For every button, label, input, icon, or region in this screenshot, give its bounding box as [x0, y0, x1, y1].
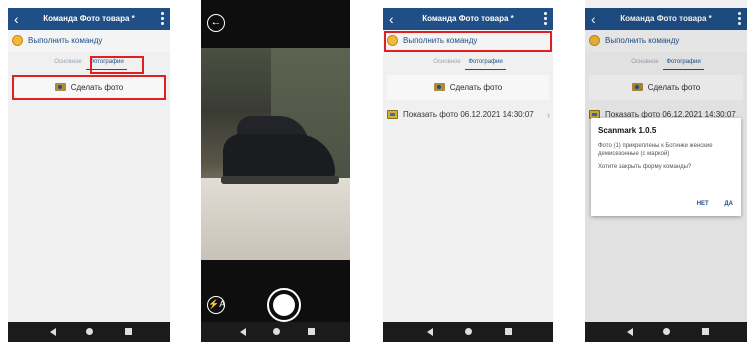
status-strip	[8, 0, 170, 8]
nav-recents-icon[interactable]	[308, 328, 316, 335]
flash-auto-icon[interactable]: ⚡A	[207, 296, 225, 314]
take-photo-label: Сделать фото	[449, 83, 503, 92]
nav-recents-icon[interactable]	[124, 328, 132, 335]
status-strip	[383, 0, 553, 8]
photo-item-label: Показать фото 06.12.2021 14:30:07	[403, 110, 534, 119]
android-nav-bar	[585, 322, 747, 342]
nav-back-icon[interactable]	[239, 328, 246, 336]
nav-home-icon[interactable]	[465, 328, 472, 335]
more-menu-icon[interactable]	[544, 12, 547, 26]
tab-photos[interactable]: Фотографии	[465, 56, 506, 70]
run-command-icon	[12, 35, 23, 46]
tab-main[interactable]: Основное	[430, 54, 464, 70]
run-command-label: Выполнить команду	[403, 36, 478, 45]
shutter-button[interactable]	[267, 288, 301, 322]
screen-command-photos-tab: ‹ Команда Фото товара * Выполнить команд…	[8, 0, 170, 342]
photo-list-item[interactable]: Показать фото 06.12.2021 14:30:07 ›	[383, 104, 553, 126]
nav-back-icon[interactable]	[427, 328, 434, 336]
nav-home-icon[interactable]	[86, 328, 93, 335]
tab-photos[interactable]: Фотографии	[86, 56, 127, 70]
take-photo-button[interactable]: Сделать фото	[387, 75, 549, 100]
viewfinder-boot-sole	[221, 176, 339, 184]
dialog-title: Scanmark 1.0.5	[598, 126, 657, 135]
camera-back-icon[interactable]: ←	[207, 14, 225, 32]
android-nav-bar	[383, 322, 553, 342]
dialog-yes-button[interactable]: ДА	[724, 201, 733, 207]
screen-title: Команда Фото товара *	[43, 14, 135, 23]
android-nav-bar	[201, 322, 350, 342]
nav-home-icon[interactable]	[272, 328, 280, 335]
screen-close-dialog: ‹ Команда Фото товара * Выполнить команд…	[585, 0, 747, 342]
nav-recents-icon[interactable]	[505, 328, 513, 335]
nav-back-icon[interactable]	[627, 328, 634, 336]
dialog-message: Фото (1) прикреплены к Ботинки женские д…	[598, 143, 713, 157]
viewfinder-boot-front	[223, 134, 335, 180]
camera-icon	[54, 82, 66, 91]
nav-home-icon[interactable]	[663, 328, 670, 335]
title-bar: ‹ Команда Фото товара *	[383, 8, 553, 30]
screen-camera: ← ⚡A	[201, 0, 350, 342]
camera-viewfinder	[201, 48, 350, 260]
chevron-right-icon: ›	[547, 110, 550, 120]
viewfinder-box	[201, 178, 350, 260]
camera-icon	[433, 82, 445, 91]
android-nav-bar	[8, 322, 170, 342]
tab-bar: Основное Фотографии	[383, 54, 553, 70]
photo-file-icon	[387, 110, 398, 119]
run-command-button[interactable]: Выполнить команду	[383, 30, 553, 52]
dialog-buttons: НЕТ ДА	[683, 201, 733, 207]
nav-recents-icon[interactable]	[701, 328, 709, 335]
close-form-dialog: Scanmark 1.0.5 Фото (1) прикреплены к Бо…	[591, 118, 741, 216]
title-bar: ‹ Команда Фото товара *	[8, 8, 170, 30]
run-command-label: Выполнить команду	[28, 36, 103, 45]
dialog-question: Хотите закрыть форму команды?	[598, 164, 692, 170]
screen-command-with-photo: ‹ Команда Фото товара * Выполнить команд…	[383, 0, 553, 342]
tab-bar: Основное Фотографии	[8, 54, 170, 70]
screen-title: Команда Фото товара *	[422, 14, 514, 23]
dialog-no-button[interactable]: НЕТ	[697, 201, 709, 207]
run-command-icon	[387, 35, 398, 46]
more-menu-icon[interactable]	[161, 12, 164, 26]
run-command-button[interactable]: Выполнить команду	[8, 30, 170, 52]
take-photo-label: Сделать фото	[70, 83, 124, 92]
take-photo-button[interactable]: Сделать фото	[12, 75, 166, 100]
tab-main[interactable]: Основное	[51, 54, 85, 70]
nav-back-icon[interactable]	[50, 328, 57, 336]
